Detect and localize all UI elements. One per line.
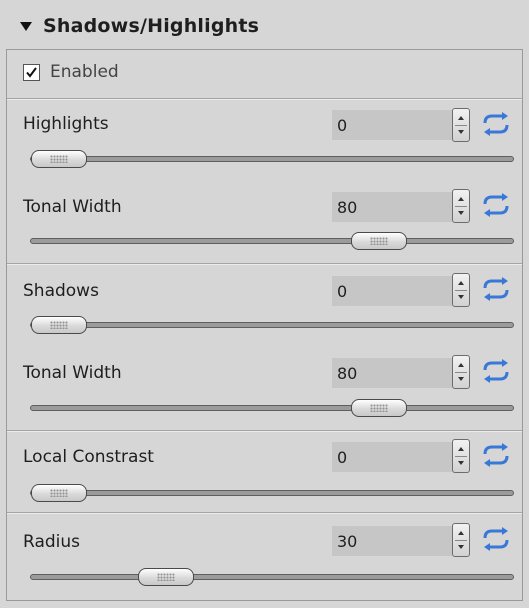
slider-thumb[interactable] bbox=[31, 316, 87, 334]
highlights-slider[interactable] bbox=[30, 150, 514, 168]
panel-title: Shadows/Highlights bbox=[43, 15, 260, 37]
up-down-spinner-icon[interactable] bbox=[452, 439, 470, 473]
up-down-spinner-icon[interactable] bbox=[452, 108, 470, 142]
divider bbox=[7, 430, 522, 432]
highlights-tonal-width-input[interactable]: 80 bbox=[332, 192, 452, 222]
reset-arrows-icon[interactable] bbox=[479, 358, 513, 384]
reset-arrows-icon[interactable] bbox=[479, 442, 513, 468]
grip-icon bbox=[50, 321, 68, 329]
shadows-tonal-width-label: Tonal Width bbox=[23, 363, 122, 383]
reset-arrows-icon[interactable] bbox=[479, 192, 513, 218]
divider bbox=[7, 263, 522, 265]
local-contrast-input[interactable]: 0 bbox=[332, 442, 452, 472]
reset-arrows-icon[interactable] bbox=[479, 111, 513, 137]
triangle-down-icon[interactable] bbox=[20, 21, 32, 31]
local-contrast-slider[interactable] bbox=[30, 484, 514, 502]
divider bbox=[7, 98, 522, 100]
radius-input[interactable]: 30 bbox=[332, 526, 452, 556]
grip-icon bbox=[369, 237, 388, 245]
grip-icon bbox=[156, 573, 175, 581]
shadows-tonal-width-slider[interactable] bbox=[30, 399, 514, 417]
reset-arrows-icon[interactable] bbox=[479, 526, 513, 552]
up-down-spinner-icon[interactable] bbox=[452, 355, 470, 389]
highlights-label: Highlights bbox=[23, 114, 109, 134]
grip-icon bbox=[369, 404, 388, 412]
grip-icon bbox=[50, 155, 68, 163]
up-down-spinner-icon[interactable] bbox=[452, 523, 470, 557]
shadows-input[interactable]: 0 bbox=[332, 276, 452, 306]
slider-thumb[interactable] bbox=[350, 232, 407, 250]
checkmark-icon bbox=[26, 66, 37, 78]
local-contrast-label: Local Constrast bbox=[23, 447, 154, 467]
divider bbox=[7, 512, 522, 514]
enabled-label: Enabled bbox=[50, 62, 119, 82]
shadows-slider[interactable] bbox=[30, 316, 514, 334]
shadows-tonal-width-input[interactable]: 80 bbox=[332, 358, 452, 388]
shadows-highlights-panel: Shadows/Highlights Enabled Highlights 0 … bbox=[0, 0, 529, 608]
radius-label: Radius bbox=[23, 532, 81, 552]
highlights-tonal-width-label: Tonal Width bbox=[23, 197, 122, 217]
highlights-input[interactable]: 0 bbox=[332, 110, 452, 140]
grip-icon bbox=[50, 489, 68, 497]
shadows-label: Shadows bbox=[23, 281, 99, 301]
reset-arrows-icon[interactable] bbox=[479, 276, 513, 302]
highlights-tonal-width-slider[interactable] bbox=[30, 232, 514, 250]
enabled-row: Enabled bbox=[23, 62, 119, 82]
radius-slider[interactable] bbox=[30, 568, 514, 586]
slider-thumb[interactable] bbox=[31, 484, 87, 502]
up-down-spinner-icon[interactable] bbox=[452, 273, 470, 307]
panel-header[interactable]: Shadows/Highlights bbox=[6, 6, 523, 46]
slider-thumb[interactable] bbox=[137, 568, 194, 586]
slider-thumb[interactable] bbox=[31, 150, 87, 168]
slider-thumb[interactable] bbox=[350, 399, 407, 417]
enabled-checkbox[interactable] bbox=[23, 63, 40, 81]
up-down-spinner-icon[interactable] bbox=[452, 189, 470, 223]
